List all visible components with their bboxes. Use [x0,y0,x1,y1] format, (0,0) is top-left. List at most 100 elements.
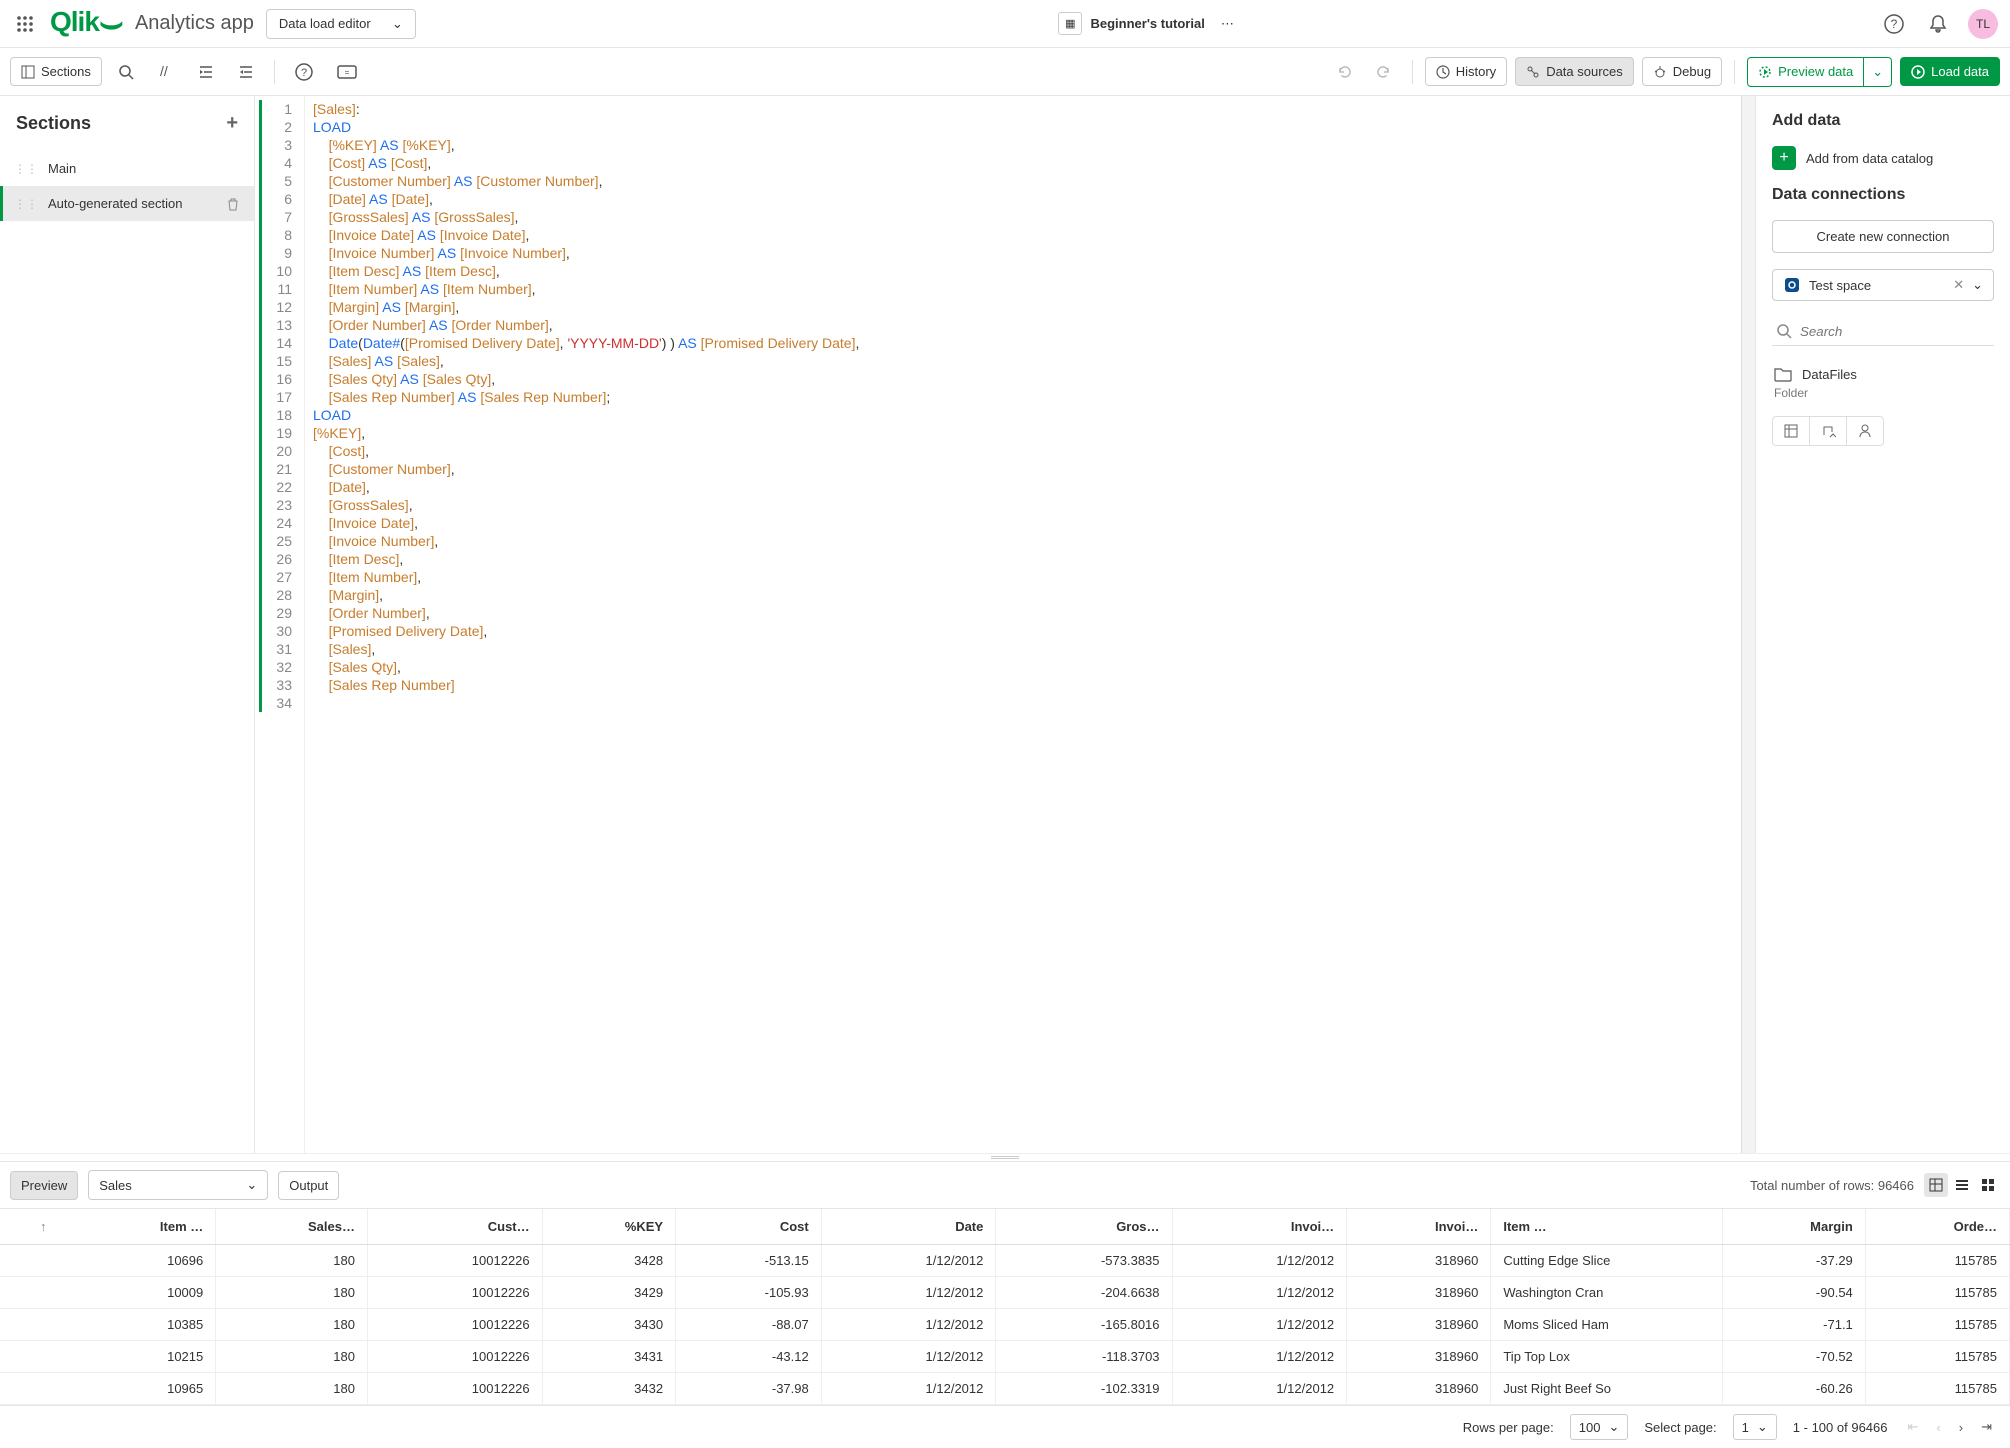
data-sources-button[interactable]: Data sources [1515,57,1634,86]
table-cell: 1/12/2012 [821,1277,996,1309]
rows-per-page-label: Rows per page: [1463,1420,1554,1435]
output-tab[interactable]: Output [278,1171,339,1200]
preview-data-button[interactable]: Preview data [1747,57,1864,87]
editor-scrollbar[interactable] [1741,96,1755,1153]
more-icon[interactable]: ⋯ [1217,12,1238,36]
delete-icon[interactable] [226,197,240,211]
select-page-select[interactable]: 1⌄ [1733,1414,1777,1440]
prev-page-icon[interactable]: ‹ [1932,1418,1944,1437]
table-row[interactable]: 10009180100122263429-105.931/12/2012-204… [0,1277,2010,1309]
connection-search[interactable] [1772,317,1994,346]
comment-icon[interactable]: // [150,58,182,86]
history-button[interactable]: History [1425,57,1507,86]
preview-data-dropdown[interactable]: ⌄ [1864,57,1892,87]
column-header[interactable]: Sales… [216,1209,368,1245]
resize-handle[interactable] [0,1153,2010,1161]
debug-button-label: Debug [1673,64,1711,79]
sidebar-section-item[interactable]: ⋮⋮Auto-generated section [0,186,254,221]
sidebar-section-item[interactable]: ⋮⋮ Main [0,151,254,186]
code-editor[interactable]: 1234567891011121314151617181920212223242… [255,96,1755,1153]
folder-icon [1774,366,1792,382]
table-row[interactable]: 10385180100122263430-88.071/12/2012-165.… [0,1309,2010,1341]
table-cell: 10696 [0,1245,216,1277]
first-page-icon[interactable]: ⇤ [1904,1417,1923,1437]
plus-icon: + [1772,146,1796,170]
table-cell: 10012226 [368,1277,543,1309]
section-label: Main [48,161,76,176]
indent-icon[interactable] [190,58,222,86]
load-data-button[interactable]: Load data [1900,57,2000,86]
pager: ⇤ ‹ › ⇥ [1904,1417,1997,1437]
column-header[interactable]: Invoi… [1347,1209,1491,1245]
clear-space-icon[interactable]: ✕ [1953,277,1964,293]
app-launcher-icon[interactable] [12,11,38,37]
column-header[interactable]: ↑ Item … [0,1209,216,1245]
drag-icon[interactable]: ⋮⋮ [14,197,38,211]
table-cell: 1/12/2012 [1172,1277,1347,1309]
view-grid-icon[interactable] [1976,1173,2000,1197]
column-header[interactable]: Margin [1723,1209,1866,1245]
sections-icon [21,65,35,79]
column-header[interactable]: Orde… [1865,1209,2009,1245]
select-data-icon[interactable] [1773,417,1810,445]
outdent-icon[interactable] [230,58,262,86]
table-body: 10696180100122263428-513.151/12/2012-573… [0,1245,2010,1405]
svg-text:=: = [345,68,350,77]
column-header[interactable]: Gros… [996,1209,1172,1245]
column-header[interactable]: %KEY [542,1209,675,1245]
table-cell: Moms Sliced Ham [1491,1309,1723,1341]
insert-script-icon[interactable] [1810,417,1847,445]
user-avatar[interactable]: TL [1968,9,1998,39]
table-row[interactable]: 10696180100122263428-513.151/12/2012-573… [0,1245,2010,1277]
chevron-down-icon[interactable]: ⌄ [1972,277,1983,293]
edit-connection-icon[interactable] [1847,417,1883,445]
search-icon[interactable] [110,58,142,86]
table-footer: Rows per page: 100⌄ Select page: 1⌄ 1 - … [0,1405,2010,1448]
table-cell: 115785 [1865,1245,2009,1277]
chevron-down-icon: ⌄ [392,16,403,32]
drag-icon[interactable]: ⋮⋮ [14,162,38,176]
column-header[interactable]: Date [821,1209,996,1245]
document-title[interactable]: ▦ Beginner's tutorial [1058,12,1205,35]
data-sources-button-label: Data sources [1546,64,1623,79]
last-page-icon[interactable]: ⇥ [1977,1417,1996,1437]
table-cell: -165.8016 [996,1309,1172,1341]
preview-table-wrap[interactable]: ↑ Item …Sales…Cust…%KEYCostDateGros…Invo… [0,1208,2010,1405]
redo-icon[interactable] [1368,58,1400,86]
create-connection-button[interactable]: Create new connection [1772,220,1994,253]
sections-button[interactable]: Sections [10,57,102,86]
view-selector[interactable]: Data load editor ⌄ [266,9,416,39]
table-row[interactable]: 10215180100122263431-43.121/12/2012-118.… [0,1341,2010,1373]
table-selector[interactable]: Sales ⌄ [88,1170,268,1200]
next-page-icon[interactable]: › [1955,1418,1967,1437]
table-cell: -37.29 [1723,1245,1866,1277]
add-from-catalog-button[interactable]: + Add from data catalog [1772,146,1994,170]
datafiles-item[interactable]: DataFiles [1772,362,1994,386]
table-cell: 180 [216,1245,368,1277]
view-table-icon[interactable] [1924,1173,1948,1197]
rows-per-page-select[interactable]: 100⌄ [1570,1414,1629,1440]
undo-icon[interactable] [1328,58,1360,86]
column-header[interactable]: Item … [1491,1209,1723,1245]
variables-icon[interactable]: = [329,59,365,85]
column-header[interactable]: Cost [676,1209,822,1245]
connection-search-input[interactable] [1800,324,1990,339]
debug-button[interactable]: Debug [1642,57,1722,86]
bell-icon[interactable] [1924,10,1952,38]
table-cell: 115785 [1865,1277,2009,1309]
code-content[interactable]: [Sales]:LOAD [%KEY] AS [%KEY], [Cost] AS… [305,96,1741,1153]
table-cell: 3431 [542,1341,675,1373]
code-editor-wrap: 1234567891011121314151617181920212223242… [255,96,1755,1153]
select-page-label: Select page: [1644,1420,1716,1435]
help-panel-icon[interactable]: ? [287,57,321,87]
add-section-icon[interactable]: + [226,112,238,135]
column-header[interactable]: Cust… [368,1209,543,1245]
view-list-icon[interactable] [1950,1173,1974,1197]
help-icon[interactable]: ? [1880,10,1908,38]
chevron-down-icon: ⌄ [1757,1419,1768,1435]
preview-tab[interactable]: Preview [10,1171,78,1200]
column-header[interactable]: Invoi… [1172,1209,1347,1245]
svg-text:?: ? [301,67,307,79]
space-selector[interactable]: Test space ✕ ⌄ [1772,269,1994,301]
table-row[interactable]: 10965180100122263432-37.981/12/2012-102.… [0,1373,2010,1405]
